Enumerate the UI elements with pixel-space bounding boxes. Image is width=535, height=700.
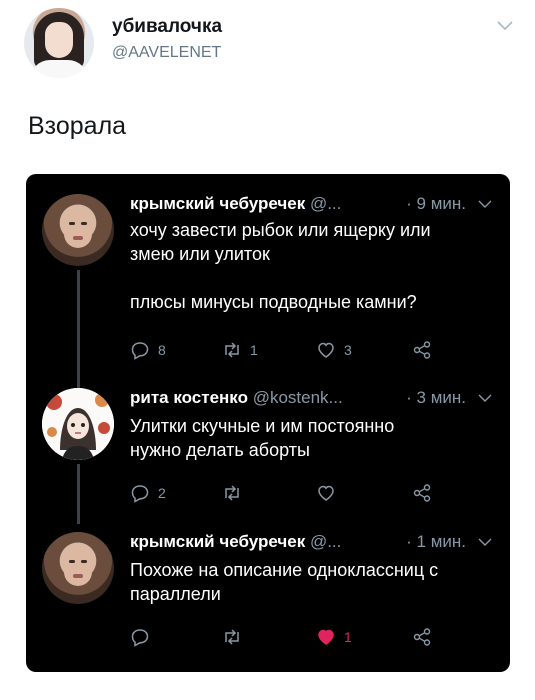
- tweet-body: Улитки скучные и им постоянно нужно дела…: [130, 414, 490, 462]
- chevron-down-icon[interactable]: [496, 20, 514, 32]
- tweet-text: Взорала: [28, 112, 127, 140]
- thread-line: [77, 270, 80, 390]
- avatar-eye: [69, 560, 75, 563]
- tweet-author-name[interactable]: рита костенко: [130, 388, 248, 407]
- tweet-actions: 1: [130, 626, 450, 648]
- like-icon: [318, 629, 334, 645]
- share-button[interactable]: [412, 626, 432, 648]
- tweet-header: крымский чебуречек @...: [130, 194, 341, 214]
- tweet-header: крымский чебуречек @...: [130, 532, 341, 552]
- retweet-count: 1: [250, 342, 258, 358]
- avatar-eye: [81, 222, 87, 225]
- reply-icon: [131, 342, 149, 360]
- tweet-body: Похоже на описание одноклассниц с паралл…: [130, 558, 490, 606]
- tweet-line: [130, 266, 490, 290]
- reply-icon: [131, 485, 149, 503]
- reply-button[interactable]: 2: [130, 482, 166, 504]
- like-button[interactable]: 1: [316, 626, 352, 648]
- tweet-author-handle[interactable]: @kostenk...: [253, 388, 343, 407]
- user-handle[interactable]: @AAVELENET: [112, 44, 221, 62]
- like-count: 3: [344, 342, 352, 358]
- like-button[interactable]: 3: [316, 339, 352, 361]
- tweet-author-handle[interactable]: @...: [310, 532, 341, 551]
- share-button[interactable]: [412, 482, 432, 504]
- display-name[interactable]: убивалочка: [112, 16, 222, 38]
- tweet-author-name[interactable]: крымский чебуречек: [130, 194, 305, 213]
- tweet-body: хочу завести рыбок или ящерку или змею и…: [130, 218, 490, 314]
- avatar[interactable]: [42, 194, 114, 266]
- tweet-line: хочу завести рыбок или ящерку или: [130, 220, 431, 240]
- thread-line: [77, 464, 80, 524]
- chevron-down-icon[interactable]: [478, 538, 492, 547]
- share-icon: [413, 341, 431, 359]
- share-button[interactable]: [412, 339, 432, 361]
- like-icon: [318, 485, 334, 501]
- tweet-actions: 2: [130, 482, 450, 504]
- avatar-face: [64, 548, 92, 586]
- like-count: 1: [344, 629, 352, 645]
- tweet-time[interactable]: · 1 мин.: [406, 532, 466, 552]
- tweet-line: Улитки скучные и им постоянно: [130, 416, 395, 436]
- reply-count: 8: [158, 342, 166, 358]
- tweet-author-name[interactable]: крымский чебуречек: [130, 532, 305, 551]
- reply-button[interactable]: 8: [130, 339, 166, 361]
- avatar-mouth: [73, 236, 83, 240]
- retweet-icon: [225, 629, 239, 645]
- chevron-down-icon[interactable]: [478, 200, 492, 209]
- tweet-line: параллели: [130, 584, 221, 604]
- tweet-time[interactable]: · 3 мин.: [406, 388, 466, 408]
- retweet-button[interactable]: 1: [222, 339, 258, 361]
- reply-icon: [131, 629, 149, 647]
- tweet-author-handle[interactable]: @...: [310, 194, 341, 213]
- avatar[interactable]: [24, 8, 94, 78]
- screenshot-card: крымский чебуречек @... · 9 мин. хочу за…: [26, 174, 510, 672]
- tweet-actions: 8 1 3: [130, 339, 450, 361]
- tweet-header: рита костенко @kostenk...: [130, 388, 343, 408]
- avatar-shirt: [30, 60, 88, 78]
- tweet-line: плюсы минусы подводные камни?: [130, 292, 417, 312]
- chevron-down-icon[interactable]: [478, 394, 492, 403]
- share-icon: [413, 628, 431, 646]
- avatar-eye: [81, 560, 87, 563]
- outer-tweet-header: убивалочка @AAVELENET: [24, 6, 514, 78]
- avatar-eye: [69, 222, 75, 225]
- retweet-icon: [225, 342, 239, 358]
- reply-count: 2: [158, 485, 166, 501]
- retweet-button[interactable]: [222, 482, 250, 504]
- tweet-time[interactable]: · 9 мин.: [406, 194, 466, 214]
- avatar-face: [45, 22, 73, 58]
- tweet-line: змею или улиток: [130, 244, 270, 264]
- tweet-line: нужно делать аборты: [130, 440, 310, 460]
- like-button[interactable]: [316, 482, 344, 504]
- avatar-mouth: [73, 574, 83, 578]
- tweet-line: Похоже на описание одноклассниц с: [130, 560, 439, 580]
- like-icon: [318, 342, 334, 358]
- avatar[interactable]: [42, 532, 114, 604]
- reply-button[interactable]: [130, 626, 158, 648]
- retweet-icon: [225, 485, 239, 501]
- retweet-button[interactable]: [222, 626, 250, 648]
- avatar[interactable]: [42, 388, 114, 460]
- avatar-illustration: [42, 388, 114, 460]
- avatar-face: [64, 210, 92, 248]
- share-icon: [413, 484, 431, 502]
